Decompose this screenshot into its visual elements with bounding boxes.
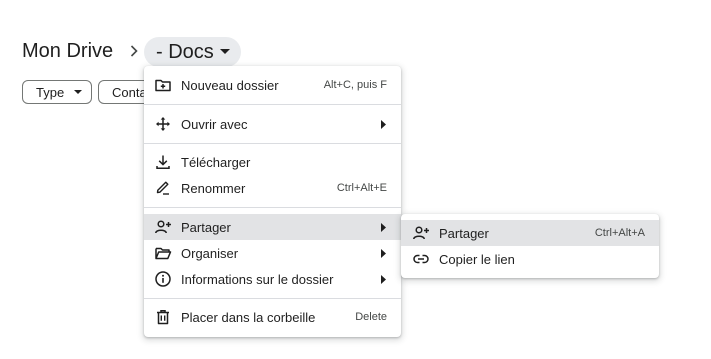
share-submenu: Partager Ctrl+Alt+A Copier le lien — [401, 214, 659, 278]
menu-item-label: Informations sur le dossier — [181, 271, 334, 287]
open-with-icon — [154, 115, 172, 133]
menu-item-shortcut: Ctrl+Alt+E — [336, 182, 387, 194]
caret-down-icon — [219, 49, 230, 55]
breadcrumb-current-folder[interactable]: - Docs — [144, 37, 241, 67]
submenu-item-label: Copier le lien — [439, 251, 515, 267]
submenu-arrow-icon — [379, 119, 387, 129]
caret-down-icon — [74, 89, 83, 95]
menu-item-label: Partager — [181, 219, 231, 235]
type-filter-chip[interactable]: Type — [22, 80, 92, 104]
menu-item-shortcut: Delete — [355, 311, 387, 323]
menu-item-folder-info[interactable]: Informations sur le dossier — [144, 266, 401, 292]
rename-icon — [154, 179, 172, 197]
context-menu: Nouveau dossier Alt+C, puis F Ouvrir ave… — [144, 66, 401, 337]
submenu-arrow-icon — [379, 248, 387, 258]
menu-item-label: Télécharger — [181, 154, 251, 170]
contacts-filter-label: Conta — [112, 84, 147, 100]
submenu-arrow-icon — [379, 222, 387, 232]
submenu-item-label: Partager — [439, 225, 489, 241]
share-icon — [154, 218, 172, 236]
menu-item-label: Placer dans la corbeille — [181, 309, 316, 325]
menu-divider — [144, 207, 401, 208]
menu-divider — [144, 143, 401, 144]
submenu-item-copy-link[interactable]: Copier le lien — [401, 246, 659, 272]
menu-item-move-to-trash[interactable]: Placer dans la corbeille Delete — [144, 304, 401, 330]
chevron-right-icon — [126, 39, 142, 63]
menu-divider — [144, 104, 401, 105]
breadcrumb-root[interactable]: Mon Drive — [22, 38, 113, 64]
menu-item-label: Ouvrir avec — [181, 116, 248, 132]
menu-item-download[interactable]: Télécharger — [144, 149, 401, 175]
menu-item-label: Organiser — [181, 245, 239, 261]
info-icon — [154, 270, 172, 288]
breadcrumb-current-label: - Docs — [156, 40, 214, 63]
share-icon — [412, 224, 430, 242]
type-filter-label: Type — [36, 84, 65, 100]
trash-icon — [154, 308, 172, 326]
link-icon — [412, 250, 430, 268]
submenu-item-share[interactable]: Partager Ctrl+Alt+A — [401, 220, 659, 246]
submenu-arrow-icon — [379, 274, 387, 284]
menu-item-open-with[interactable]: Ouvrir avec — [144, 111, 401, 137]
menu-item-label: Nouveau dossier — [181, 77, 279, 93]
menu-item-share[interactable]: Partager — [144, 214, 401, 240]
new-folder-icon — [154, 76, 172, 94]
menu-item-organize[interactable]: Organiser — [144, 240, 401, 266]
menu-item-shortcut: Alt+C, puis F — [323, 79, 387, 91]
download-icon — [154, 153, 172, 171]
menu-divider — [144, 298, 401, 299]
menu-item-rename[interactable]: Renommer Ctrl+Alt+E — [144, 175, 401, 201]
organize-folder-icon — [154, 244, 172, 262]
menu-item-new-folder[interactable]: Nouveau dossier Alt+C, puis F — [144, 72, 401, 98]
submenu-item-shortcut: Ctrl+Alt+A — [594, 227, 645, 239]
menu-item-label: Renommer — [181, 180, 246, 196]
